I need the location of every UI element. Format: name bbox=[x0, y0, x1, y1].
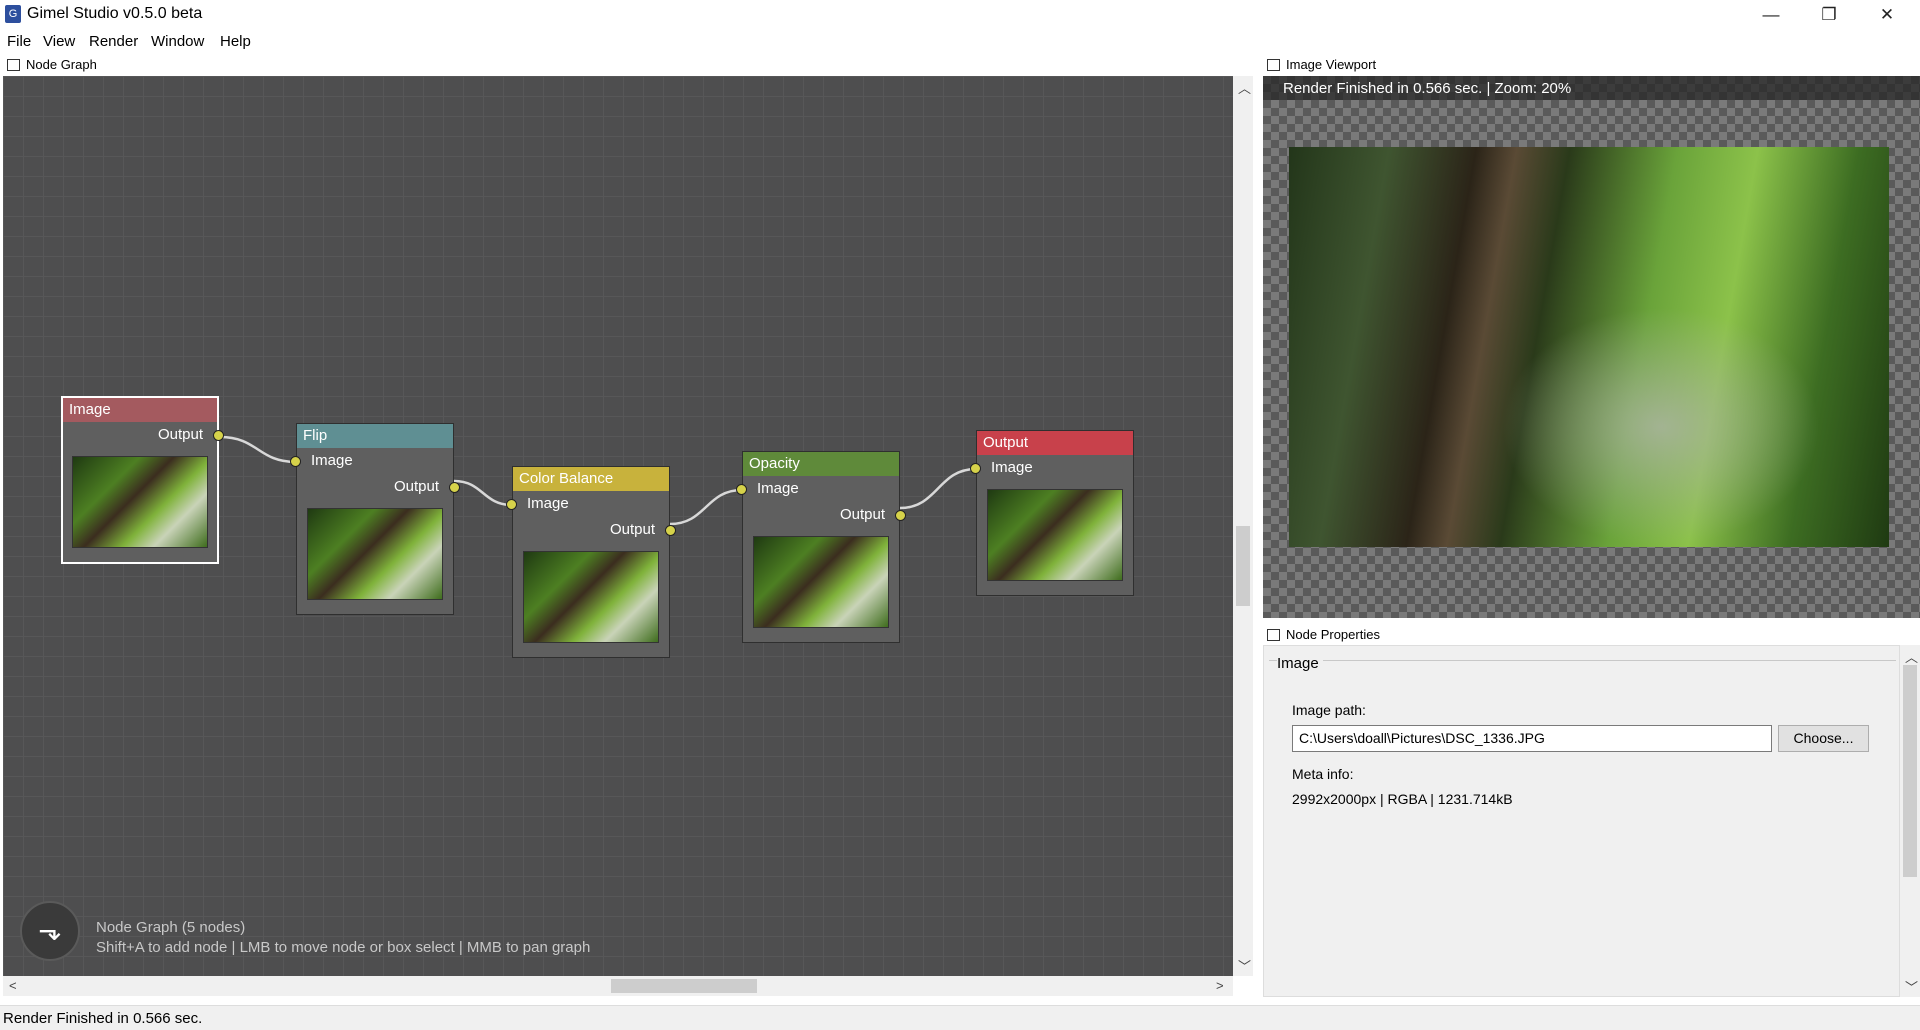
window-title: Gimel Studio v0.5.0 beta bbox=[27, 5, 203, 22]
image-viewport[interactable]: Render Finished in 0.566 sec. | Zoom: 20… bbox=[1263, 76, 1920, 618]
scroll-down-icon[interactable]: ﹀ bbox=[1905, 977, 1918, 996]
input-socket[interactable] bbox=[506, 499, 517, 510]
node-header: Color Balance bbox=[513, 467, 669, 491]
output-socket[interactable] bbox=[449, 482, 460, 493]
scroll-thumb[interactable] bbox=[611, 979, 757, 993]
node-header: Image bbox=[63, 398, 217, 422]
wire-image-flip bbox=[219, 435, 297, 464]
scroll-up-icon[interactable]: ︿ bbox=[1905, 647, 1918, 666]
input-socket-row: Image bbox=[506, 491, 669, 517]
wire-opacity-output bbox=[899, 467, 977, 510]
output-socket[interactable] bbox=[665, 525, 676, 536]
menu-window[interactable]: Window bbox=[151, 33, 204, 50]
status-text: Render Finished in 0.566 sec. bbox=[3, 1010, 203, 1027]
meta-info-value: 2992x2000px | RGBA | 1231.714kB bbox=[1292, 791, 1513, 807]
node-thumbnail bbox=[523, 551, 659, 643]
image-path-label: Image path: bbox=[1292, 702, 1366, 718]
scroll-thumb[interactable] bbox=[1903, 665, 1917, 877]
scroll-right-icon[interactable]: > bbox=[1216, 978, 1224, 993]
node-header: Output bbox=[977, 431, 1133, 455]
choose-button[interactable]: Choose... bbox=[1778, 725, 1869, 752]
output-socket-row: Output bbox=[297, 474, 460, 500]
socket-label: Output bbox=[157, 426, 203, 443]
scroll-up-icon[interactable]: ︿ bbox=[1238, 78, 1251, 97]
node-image[interactable]: Image Output bbox=[61, 396, 224, 564]
node-graph-icon bbox=[7, 59, 20, 71]
image-icon bbox=[1267, 59, 1280, 71]
node-output[interactable]: Output Image bbox=[970, 430, 1134, 596]
menu-help[interactable]: Help bbox=[220, 33, 251, 50]
input-socket[interactable] bbox=[736, 484, 747, 495]
scroll-thumb[interactable] bbox=[1236, 526, 1250, 606]
input-socket[interactable] bbox=[290, 456, 301, 467]
menu-bar: File View Render Window Help bbox=[0, 29, 1920, 54]
output-socket-row: Output bbox=[63, 422, 224, 448]
output-socket-row: Output bbox=[743, 502, 906, 528]
menu-render[interactable]: Render bbox=[89, 33, 138, 50]
socket-label: Image bbox=[527, 495, 569, 512]
wire-flip-colorbalance bbox=[453, 479, 513, 507]
node-flip[interactable]: Flip Image Output bbox=[290, 423, 460, 615]
node-header: Opacity bbox=[743, 452, 899, 476]
socket-label: Output bbox=[839, 506, 885, 523]
node-opacity[interactable]: Opacity Image Output bbox=[736, 451, 906, 643]
close-button[interactable]: ✕ bbox=[1858, 0, 1916, 29]
graph-info-hint: Shift+A to add node | LMB to move node o… bbox=[96, 939, 591, 956]
maximize-button[interactable]: ❐ bbox=[1800, 0, 1858, 29]
output-socket[interactable] bbox=[895, 510, 906, 521]
node-thumbnail bbox=[307, 508, 443, 600]
graph-horizontal-scrollbar[interactable]: < > bbox=[3, 976, 1233, 996]
node-color-balance[interactable]: Color Balance Image Output bbox=[506, 466, 676, 658]
graph-info-title: Node Graph (5 nodes) bbox=[96, 919, 246, 936]
properties-caption: Node Properties bbox=[1267, 624, 1380, 646]
node-graph-badge-icon: ⬎ bbox=[20, 901, 80, 961]
menu-file[interactable]: File bbox=[7, 33, 31, 50]
graph-vertical-scrollbar[interactable]: ︿ ﹀ bbox=[1233, 76, 1253, 976]
output-socket-row: Output bbox=[513, 517, 676, 543]
input-socket-row: Image bbox=[290, 448, 453, 474]
scroll-down-icon[interactable]: ﹀ bbox=[1238, 956, 1251, 975]
wire-colorbalance-opacity bbox=[669, 488, 743, 526]
viewport-status-bar: Render Finished in 0.566 sec. | Zoom: 20… bbox=[1263, 76, 1920, 100]
output-socket[interactable] bbox=[213, 430, 224, 441]
input-socket-row: Image bbox=[736, 476, 899, 502]
socket-label: Output bbox=[393, 478, 439, 495]
node-thumbnail bbox=[72, 456, 208, 548]
node-thumbnail bbox=[753, 536, 889, 628]
socket-label: Image bbox=[757, 480, 799, 497]
minimize-button[interactable]: — bbox=[1742, 0, 1800, 29]
status-bar: Render Finished in 0.566 sec. bbox=[0, 1005, 1920, 1030]
node-graph-canvas[interactable]: Image Output Flip Image Output Color Bal… bbox=[3, 76, 1233, 976]
node-graph-caption: Node Graph bbox=[7, 54, 97, 76]
rendered-image bbox=[1289, 147, 1889, 547]
viewport-status-text: Render Finished in 0.566 sec. | Zoom: 20… bbox=[1283, 80, 1572, 97]
node-thumbnail bbox=[987, 489, 1123, 581]
image-path-input[interactable]: C:\Users\doall\Pictures\DSC_1336.JPG bbox=[1292, 725, 1772, 752]
node-properties-panel: Image Image path: C:\Users\doall\Picture… bbox=[1263, 645, 1900, 997]
meta-info-label: Meta info: bbox=[1292, 766, 1354, 782]
app-icon: G bbox=[5, 5, 21, 23]
socket-label: Output bbox=[609, 521, 655, 538]
node-header: Flip bbox=[297, 424, 453, 448]
properties-icon bbox=[1267, 629, 1280, 641]
properties-group-title: Image bbox=[1277, 655, 1323, 672]
input-socket[interactable] bbox=[970, 463, 981, 474]
menu-view[interactable]: View bbox=[43, 33, 75, 50]
properties-vertical-scrollbar[interactable]: ︿ ﹀ bbox=[1900, 645, 1920, 997]
socket-label: Image bbox=[991, 459, 1033, 476]
viewport-caption: Image Viewport bbox=[1267, 54, 1376, 76]
input-socket-row: Image bbox=[970, 455, 1133, 481]
title-bar: G Gimel Studio v0.5.0 beta — ❐ ✕ bbox=[0, 0, 1920, 29]
scroll-left-icon[interactable]: < bbox=[9, 978, 17, 993]
socket-label: Image bbox=[311, 452, 353, 469]
